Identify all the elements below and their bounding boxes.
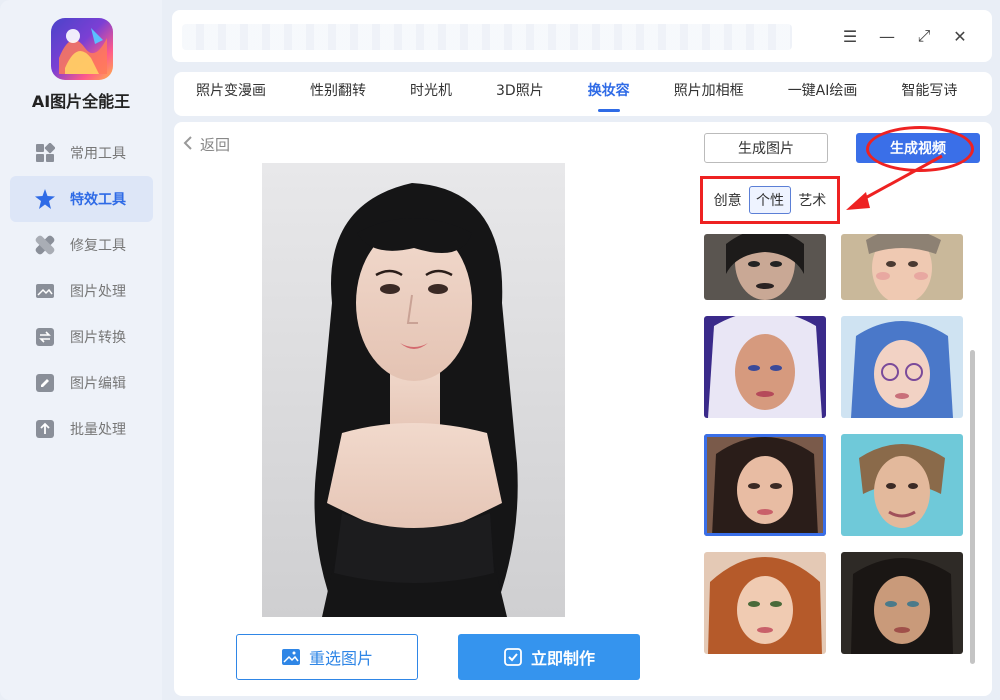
- sidebar-item-label: 特效工具: [70, 192, 126, 208]
- sidebar-item-batch[interactable]: 批量处理: [10, 406, 153, 452]
- image-icon: [281, 647, 301, 667]
- title-bar: ☰ — ⤢ ✕: [172, 10, 992, 62]
- sidebar-item-repair-tools[interactable]: 修复工具: [10, 222, 153, 268]
- style-thumbnail[interactable]: [841, 434, 963, 536]
- tab-poem-writing[interactable]: 智能写诗: [879, 72, 979, 116]
- sidebar-item-label: 批量处理: [70, 422, 126, 438]
- sidebar: AI图片全能王 常用工具 特效工具 修复工具 图片处理 图片转换 图片编辑 批量…: [0, 0, 162, 700]
- style-thumbnail[interactable]: [704, 316, 826, 418]
- tab-time-machine[interactable]: 时光机: [388, 72, 474, 116]
- maximize-icon: ⤢: [917, 26, 931, 45]
- sidebar-nav: 常用工具 特效工具 修复工具 图片处理 图片转换 图片编辑 批量处理: [10, 130, 153, 452]
- reselect-image-button[interactable]: 重选图片: [236, 634, 418, 680]
- back-link[interactable]: 返回: [182, 134, 230, 155]
- style-thumbnail[interactable]: [841, 552, 963, 654]
- tab-3d-photo[interactable]: 3D照片: [474, 72, 566, 116]
- sidebar-item-label: 图片处理: [70, 284, 126, 300]
- sidebar-item-label: 常用工具: [70, 146, 126, 162]
- tab-photo-frame[interactable]: 照片加相框: [652, 72, 766, 116]
- style-filter-group: 创意 个性 艺术: [700, 176, 840, 224]
- style-thumbnail-selected[interactable]: [704, 434, 826, 536]
- minimize-button[interactable]: —: [875, 24, 899, 48]
- make-now-label: 立即制作: [530, 649, 595, 668]
- sidebar-item-effect-tools[interactable]: 特效工具: [10, 176, 153, 222]
- check-icon: [503, 647, 523, 667]
- app-logo: [51, 18, 113, 80]
- filter-creative[interactable]: 创意: [708, 187, 748, 213]
- image-icon: [34, 280, 56, 302]
- close-icon: ✕: [953, 26, 967, 46]
- title-bar-placeholder: [182, 24, 792, 50]
- app-title: AI图片全能王: [31, 92, 131, 111]
- sidebar-item-label: 修复工具: [70, 238, 126, 254]
- convert-icon: [34, 326, 56, 348]
- sidebar-item-label: 图片编辑: [70, 376, 126, 392]
- reselect-image-label: 重选图片: [308, 649, 373, 668]
- style-thumbnail[interactable]: [704, 234, 826, 300]
- generate-video-button[interactable]: 生成视频: [856, 133, 980, 163]
- tab-photo-to-cartoon[interactable]: 照片变漫画: [174, 72, 288, 116]
- tab-gender-swap[interactable]: 性别翻转: [288, 72, 388, 116]
- tab-makeup-swap[interactable]: 换妆容: [566, 72, 652, 116]
- filter-art[interactable]: 艺术: [792, 187, 832, 213]
- star-icon: [34, 188, 56, 210]
- source-photo: [262, 163, 565, 617]
- make-now-button[interactable]: 立即制作: [458, 634, 640, 680]
- chevron-left-icon: [182, 135, 194, 155]
- bandage-icon: [34, 234, 56, 256]
- grid-icon: [34, 142, 56, 164]
- maximize-button[interactable]: ⤢: [912, 24, 936, 48]
- back-label: 返回: [200, 136, 231, 154]
- thumbnail-scrollbar[interactable]: [970, 350, 975, 664]
- style-thumbnail[interactable]: [841, 234, 963, 300]
- sidebar-item-image-convert[interactable]: 图片转换: [10, 314, 153, 360]
- close-button[interactable]: ✕: [948, 24, 972, 48]
- menu-button[interactable]: ☰: [838, 24, 862, 48]
- style-thumbnail[interactable]: [704, 552, 826, 654]
- tab-ai-painting[interactable]: 一键AI绘画: [766, 72, 880, 116]
- edit-icon: [34, 372, 56, 394]
- menu-icon: ☰: [842, 26, 858, 46]
- main-panel: 返回 重选图片 立即制作 生成图片 生成视频 创意 个性 艺术: [174, 122, 992, 696]
- filter-personality[interactable]: 个性: [748, 186, 791, 214]
- minimize-icon: —: [879, 26, 895, 46]
- upload-icon: [34, 418, 56, 440]
- style-thumbnail-grid: [704, 234, 966, 664]
- feature-tabs: 照片变漫画 性别翻转 时光机 3D照片 换妆容 照片加相框 一键AI绘画 智能写…: [174, 72, 992, 116]
- sidebar-item-common-tools[interactable]: 常用工具: [10, 130, 153, 176]
- style-thumbnail[interactable]: [841, 316, 963, 418]
- sidebar-item-image-edit[interactable]: 图片编辑: [10, 360, 153, 406]
- sidebar-item-label: 图片转换: [70, 330, 126, 346]
- generate-image-button[interactable]: 生成图片: [704, 133, 828, 163]
- sidebar-item-image-processing[interactable]: 图片处理: [10, 268, 153, 314]
